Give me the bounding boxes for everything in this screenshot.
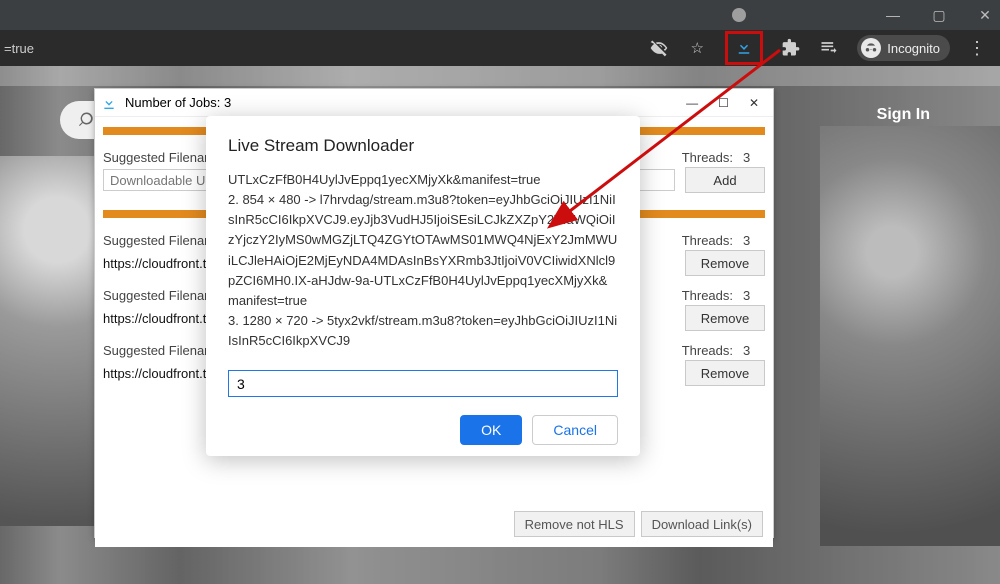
jobs-prompt-modal: Live Stream Downloader UTLxCzFfB0H4UylJv…: [206, 116, 640, 456]
panel-titlebar: Number of Jobs: 3 — ☐ ✕: [95, 89, 773, 117]
star-icon[interactable]: ☆: [687, 38, 707, 58]
jobs-count-input[interactable]: [228, 370, 618, 397]
panel-title-text: Number of Jobs: 3: [125, 95, 231, 110]
threads-label: Threads:: [682, 288, 733, 303]
threads-label: Threads:: [682, 343, 733, 358]
maximize-button[interactable]: ▢: [930, 6, 948, 24]
panel-minimize-button[interactable]: —: [686, 96, 698, 110]
modal-log: UTLxCzFfB0H4UylJvEppq1yecXMjyXk&manifest…: [228, 170, 618, 360]
suggested-filename-label: Suggested Filenam: [103, 343, 215, 358]
panel-maximize-button[interactable]: ☐: [718, 96, 729, 110]
signin-link[interactable]: Sign In: [877, 106, 930, 124]
threads-label: Threads:: [682, 233, 733, 248]
remove-button[interactable]: Remove: [685, 305, 765, 331]
log-line: UTLxCzFfB0H4UylJvEppq1yecXMjyXk&manifest…: [228, 170, 618, 190]
panel-close-button[interactable]: ✕: [749, 96, 759, 110]
remove-button[interactable]: Remove: [685, 360, 765, 386]
extensions-icon[interactable]: [781, 38, 801, 58]
job2-threads-value[interactable]: 3: [743, 233, 765, 248]
extension-download-button-highlight: [725, 31, 763, 65]
remove-button[interactable]: Remove: [685, 250, 765, 276]
download-icon[interactable]: [735, 38, 753, 59]
page-viewport: Sign In Number of Jobs: 3 — ☐ ✕ Suggeste…: [0, 66, 1000, 584]
cancel-button[interactable]: Cancel: [532, 415, 618, 445]
panel-footer-actions: Remove not HLS Download Link(s): [514, 511, 763, 537]
suggested-filename-label: Suggested Filenam: [103, 288, 215, 303]
kebab-menu-icon[interactable]: ⋮: [968, 38, 986, 59]
os-titlebar: — ▢ ✕: [0, 0, 1000, 30]
job4-threads-value[interactable]: 3: [743, 343, 765, 358]
avatar-dot-icon: [732, 8, 746, 22]
job1-threads-value[interactable]: 3: [743, 150, 765, 165]
browser-toolbar: =true ☆ Incognito ⋮: [0, 30, 1000, 66]
threads-label: Threads:: [682, 150, 733, 165]
incognito-mask-icon: [861, 38, 881, 58]
omnibox-fragment[interactable]: =true: [4, 41, 34, 56]
suggested-filename-label: Suggested Filenam: [103, 233, 215, 248]
remove-not-hls-button[interactable]: Remove not HLS: [514, 511, 635, 537]
ok-button[interactable]: OK: [460, 415, 522, 445]
eye-off-icon[interactable]: [649, 38, 669, 58]
close-button[interactable]: ✕: [976, 6, 994, 24]
incognito-indicator[interactable]: Incognito: [857, 35, 950, 61]
reading-list-icon[interactable]: [819, 38, 839, 58]
header-strip: [0, 66, 1000, 86]
suggested-filename-label: Suggested Filenam: [103, 150, 215, 165]
modal-title: Live Stream Downloader: [228, 136, 618, 156]
job3-threads-value[interactable]: 3: [743, 288, 765, 303]
download-links-button[interactable]: Download Link(s): [641, 511, 763, 537]
log-line: 2. 854 × 480 -> l7hrvdag/stream.m3u8?tok…: [228, 190, 618, 311]
minimize-button[interactable]: —: [884, 6, 902, 24]
log-line: 3. 1280 × 720 -> 5tyx2vkf/stream.m3u8?to…: [228, 311, 618, 351]
panel-download-icon: [101, 95, 117, 111]
add-button[interactable]: Add: [685, 167, 765, 193]
incognito-label: Incognito: [887, 41, 940, 56]
mural-right: [820, 126, 1000, 546]
